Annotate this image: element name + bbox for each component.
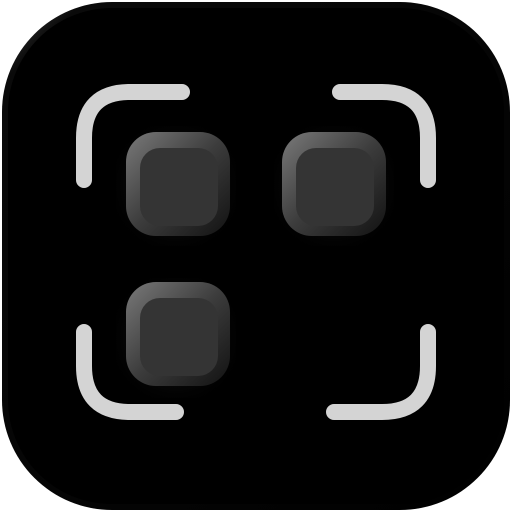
app-icon[interactable] [0, 0, 512, 512]
scan-square-top-right [274, 126, 394, 246]
code-scanner-icon [2, 2, 510, 510]
scan-square-top-left [116, 126, 236, 246]
scan-square-bottom-left [116, 278, 236, 398]
